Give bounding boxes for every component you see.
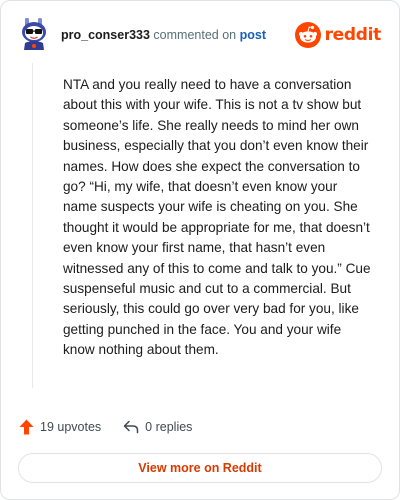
comment-footer: 19 upvotes 0 replies — [19, 416, 192, 438]
snoo-avatar-icon[interactable] — [19, 17, 49, 51]
upvote-arrow-icon — [19, 419, 40, 435]
upvotes-label: 19 upvotes — [40, 420, 102, 434]
comment-byline: pro_conser333 commented on post — [61, 27, 266, 43]
replies-stat[interactable]: 0 replies — [123, 420, 192, 434]
comment-body: NTA and you really need to have a conver… — [63, 77, 371, 358]
username-link[interactable]: pro_conser333 — [61, 28, 150, 42]
reddit-logo-icon — [294, 22, 321, 48]
view-more-on-reddit-button[interactable]: View more on Reddit — [18, 453, 382, 483]
upvotes-stat[interactable]: 19 upvotes — [19, 419, 101, 435]
reddit-wordmark: reddit — [324, 25, 382, 45]
action-text: commented on — [153, 28, 237, 42]
replies-label: 0 replies — [145, 420, 193, 434]
reply-arrow-icon — [123, 420, 145, 434]
reddit-brand-link[interactable]: reddit — [294, 21, 382, 49]
thread-line — [32, 63, 33, 388]
comment-header: pro_conser333 commented on post reddit — [19, 17, 381, 53]
post-link[interactable]: post — [240, 28, 266, 42]
embedded-comment-card: pro_conser333 commented on post reddit N… — [0, 0, 400, 500]
